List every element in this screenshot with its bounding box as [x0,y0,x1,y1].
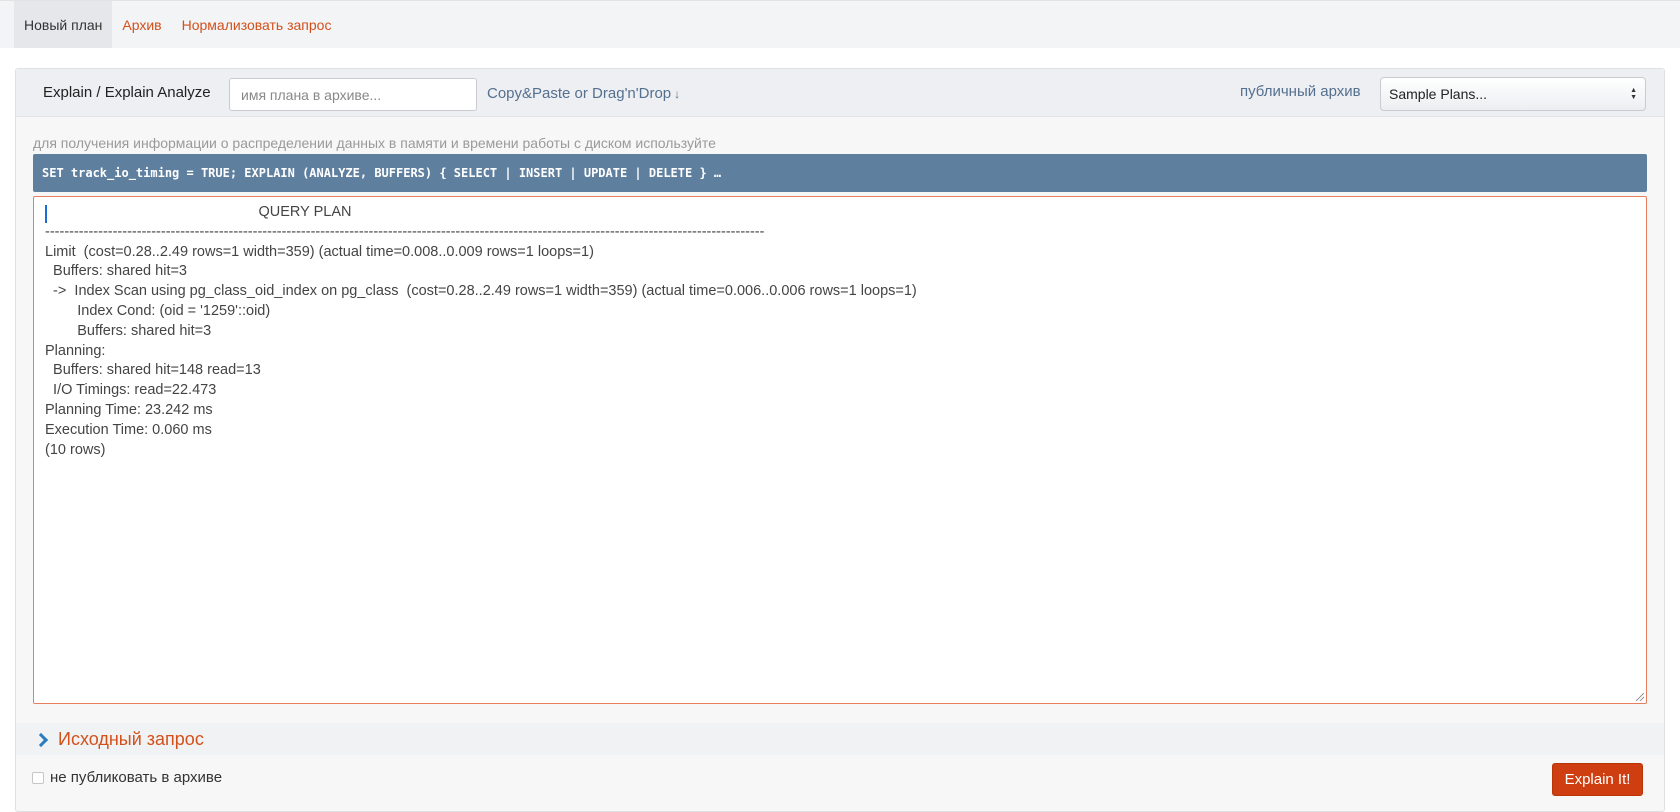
no-publish-label: не публиковать в архиве [50,769,223,786]
updown-arrows-icon: ▲ ▼ [1630,87,1637,101]
source-query-label: Исходный запрос [58,729,204,749]
no-publish-option[interactable]: не публиковать в архиве [32,769,222,786]
copy-paste-label: Copy&Paste or Drag'n'Drop [487,85,672,102]
chevron-right-icon [33,732,49,747]
text-caret [45,205,47,223]
source-query-toggle[interactable]: Исходный запрос [33,729,204,750]
sample-plans-value: Sample Plans... [1389,86,1488,102]
public-archive-label: публичный архив [1240,83,1361,100]
io-timing-hint: для получения информации о распределении… [33,135,716,151]
tab-normalize-query[interactable]: Нормализовать запрос [172,1,342,48]
plan-text: QUERY PLAN -----------------------------… [45,204,917,458]
copy-paste-link[interactable]: Copy&Paste or Drag'n'Drop ↓ [487,85,680,102]
plan-textarea[interactable]: QUERY PLAN -----------------------------… [33,196,1647,704]
plan-form-panel: Explain / Explain Analyze Copy&Paste or … [15,68,1665,812]
source-query-section [16,723,1664,755]
explain-it-button[interactable]: Explain It! [1552,763,1643,796]
arrow-down-icon: ↓ [674,87,681,101]
resize-grip-icon[interactable] [1636,693,1644,701]
sample-plans-select[interactable]: Sample Plans... ▲ ▼ [1380,77,1646,111]
plan-name-input[interactable] [229,78,477,111]
tab-new-plan[interactable]: Новый план [14,1,113,48]
io-timing-command: SET track_io_timing = TRUE; EXPLAIN (ANA… [33,154,1647,192]
tab-archive[interactable]: Архив [112,1,171,48]
no-publish-checkbox[interactable] [32,771,44,784]
top-nav: Новый план Архив Нормализовать запрос [0,0,1680,48]
explain-label: Explain / Explain Analyze [43,84,211,101]
